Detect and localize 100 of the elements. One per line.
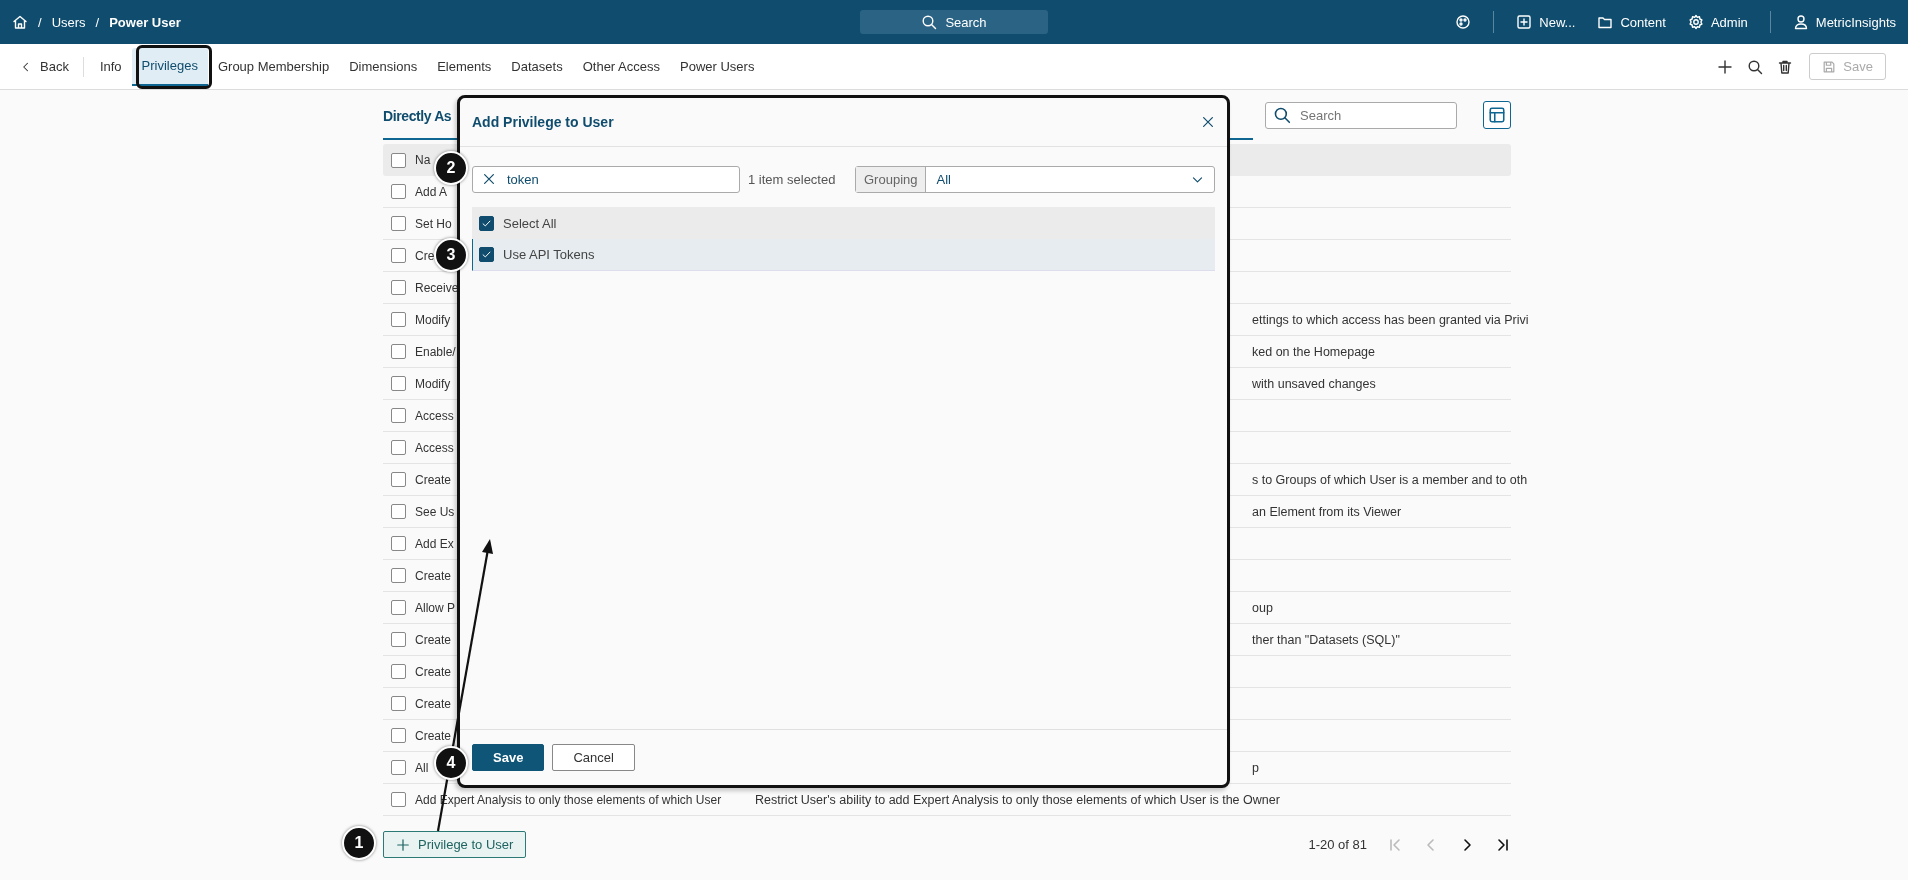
checkbox[interactable] xyxy=(391,408,406,423)
table-layout-icon xyxy=(1488,106,1506,124)
filter-field[interactable]: token xyxy=(472,166,740,193)
table-layout-button[interactable] xyxy=(1483,101,1511,129)
table-cell: Cre xyxy=(415,248,435,263)
table-cell: Enable/ xyxy=(415,344,456,359)
search-icon xyxy=(1747,58,1764,75)
checkbox[interactable] xyxy=(391,504,406,519)
step-marker: 1 xyxy=(342,826,376,860)
checkbox[interactable] xyxy=(391,280,406,295)
checkbox[interactable] xyxy=(391,600,406,615)
table-cell: Create xyxy=(415,696,452,711)
plus-square-icon xyxy=(1516,14,1533,30)
dropdown-label: Grouping xyxy=(856,167,927,192)
top-menu-item[interactable]: MetricInsights xyxy=(1792,14,1896,30)
person-icon xyxy=(1792,14,1809,30)
checkbox[interactable] xyxy=(391,184,406,199)
tab[interactable]: Group Membership xyxy=(207,48,340,85)
checkbox[interactable] xyxy=(391,152,406,168)
breadcrumb-item[interactable]: Power User xyxy=(109,14,181,30)
checkbox[interactable] xyxy=(391,344,406,359)
step-marker: 3 xyxy=(434,238,468,272)
table-cell: Create xyxy=(415,568,452,583)
pagination-range: 1-20 of 81 xyxy=(1308,837,1367,852)
plus-icon xyxy=(396,837,410,852)
checkbox[interactable] xyxy=(391,792,406,807)
table-cell: s to Groups of which User is a member and to oth xyxy=(1252,472,1528,487)
top-menu-item[interactable]: Content xyxy=(1597,14,1666,30)
breadcrumb-separator: / xyxy=(95,14,100,30)
close-button[interactable] xyxy=(1201,115,1215,129)
last-page-button[interactable] xyxy=(1495,836,1511,853)
table-cell: oup xyxy=(1252,600,1273,615)
tab[interactable]: Dimensions xyxy=(339,48,428,85)
table-cell: Create xyxy=(415,472,452,487)
folder-icon xyxy=(1597,14,1614,30)
plus-icon xyxy=(1717,58,1734,75)
checkbox[interactable] xyxy=(391,376,406,391)
selection-count: 1 item selected xyxy=(748,172,836,187)
section-title[interactable]: Directly As xyxy=(383,108,452,124)
home-icon xyxy=(12,14,28,30)
checkbox[interactable] xyxy=(391,472,406,487)
tab[interactable]: Info xyxy=(89,48,132,85)
table-cell: Allow P xyxy=(415,600,455,615)
global-search-field[interactable]: Search xyxy=(860,10,1048,34)
tab[interactable]: Privileges xyxy=(131,47,208,86)
checkbox[interactable] xyxy=(391,312,406,327)
trash-icon xyxy=(1777,58,1794,75)
gear-icon xyxy=(1687,14,1704,30)
checkbox[interactable] xyxy=(391,248,406,263)
search-icon xyxy=(921,14,938,30)
search-field[interactable]: Search xyxy=(1265,101,1457,129)
checkbox[interactable] xyxy=(391,216,406,231)
breadcrumb-item[interactable]: Users xyxy=(51,14,86,30)
checkbox[interactable] xyxy=(479,215,494,231)
checkbox[interactable] xyxy=(391,760,406,775)
list-item[interactable]: Use API Tokens xyxy=(472,239,1215,271)
dialog-title: Add Privilege to User xyxy=(472,114,614,130)
table-cell: Modify xyxy=(415,312,451,327)
table-cell: Restrict User's ability to add Expert Analysis to only those elements of which User is the Owner xyxy=(755,792,1280,807)
checkbox[interactable] xyxy=(391,728,406,743)
checkbox[interactable] xyxy=(391,664,406,679)
select-all-row[interactable]: Select All xyxy=(472,207,1215,239)
table-cell: ther than "Datasets (SQL)" xyxy=(1252,632,1400,647)
tab[interactable]: Other Access xyxy=(572,48,670,85)
grouping-dropdown[interactable]: Grouping All xyxy=(855,166,1215,193)
back-link[interactable]: Back xyxy=(20,56,84,77)
save-button[interactable]: Save xyxy=(472,744,545,771)
checkbox[interactable] xyxy=(479,247,494,262)
item-label: Select All xyxy=(503,215,557,231)
tab[interactable]: Datasets xyxy=(501,48,573,85)
step-marker: 4 xyxy=(434,746,468,780)
table-cell: Receive xyxy=(415,280,459,295)
palette-icon xyxy=(1455,14,1472,30)
check-icon xyxy=(481,249,492,260)
search-icon xyxy=(1273,105,1291,124)
clear-icon xyxy=(482,172,496,186)
close-icon xyxy=(1201,115,1215,129)
checkbox[interactable] xyxy=(391,568,406,583)
checkbox[interactable] xyxy=(391,536,406,551)
table-cell: Add Ex xyxy=(415,536,454,551)
checkbox[interactable] xyxy=(391,696,406,711)
breadcrumb-separator: / xyxy=(38,14,42,30)
table-cell: ked on the Homepage xyxy=(1252,344,1375,359)
cancel-button[interactable]: Cancel xyxy=(552,744,635,771)
first-page-icon xyxy=(1387,836,1403,853)
table-cell: ettings to which access has been granted via Privi xyxy=(1252,312,1529,327)
table-cell: Create xyxy=(415,632,452,647)
top-menu-item[interactable]: Admin xyxy=(1687,14,1748,30)
column-header[interactable]: Na xyxy=(415,153,431,167)
checkbox[interactable] xyxy=(391,632,406,647)
tab[interactable]: Power Users xyxy=(670,48,765,85)
checkbox[interactable] xyxy=(391,440,406,455)
dropdown-value: All xyxy=(936,172,951,187)
table-cell: p xyxy=(1252,760,1259,775)
tab[interactable]: Elements xyxy=(427,48,502,85)
add-privilege-button[interactable]: Privilege to User xyxy=(383,831,527,858)
table-cell: All xyxy=(415,760,429,775)
table-cell: Modify xyxy=(415,376,451,391)
top-menu-item[interactable]: New... xyxy=(1516,14,1576,30)
table-cell: Create xyxy=(415,728,452,743)
